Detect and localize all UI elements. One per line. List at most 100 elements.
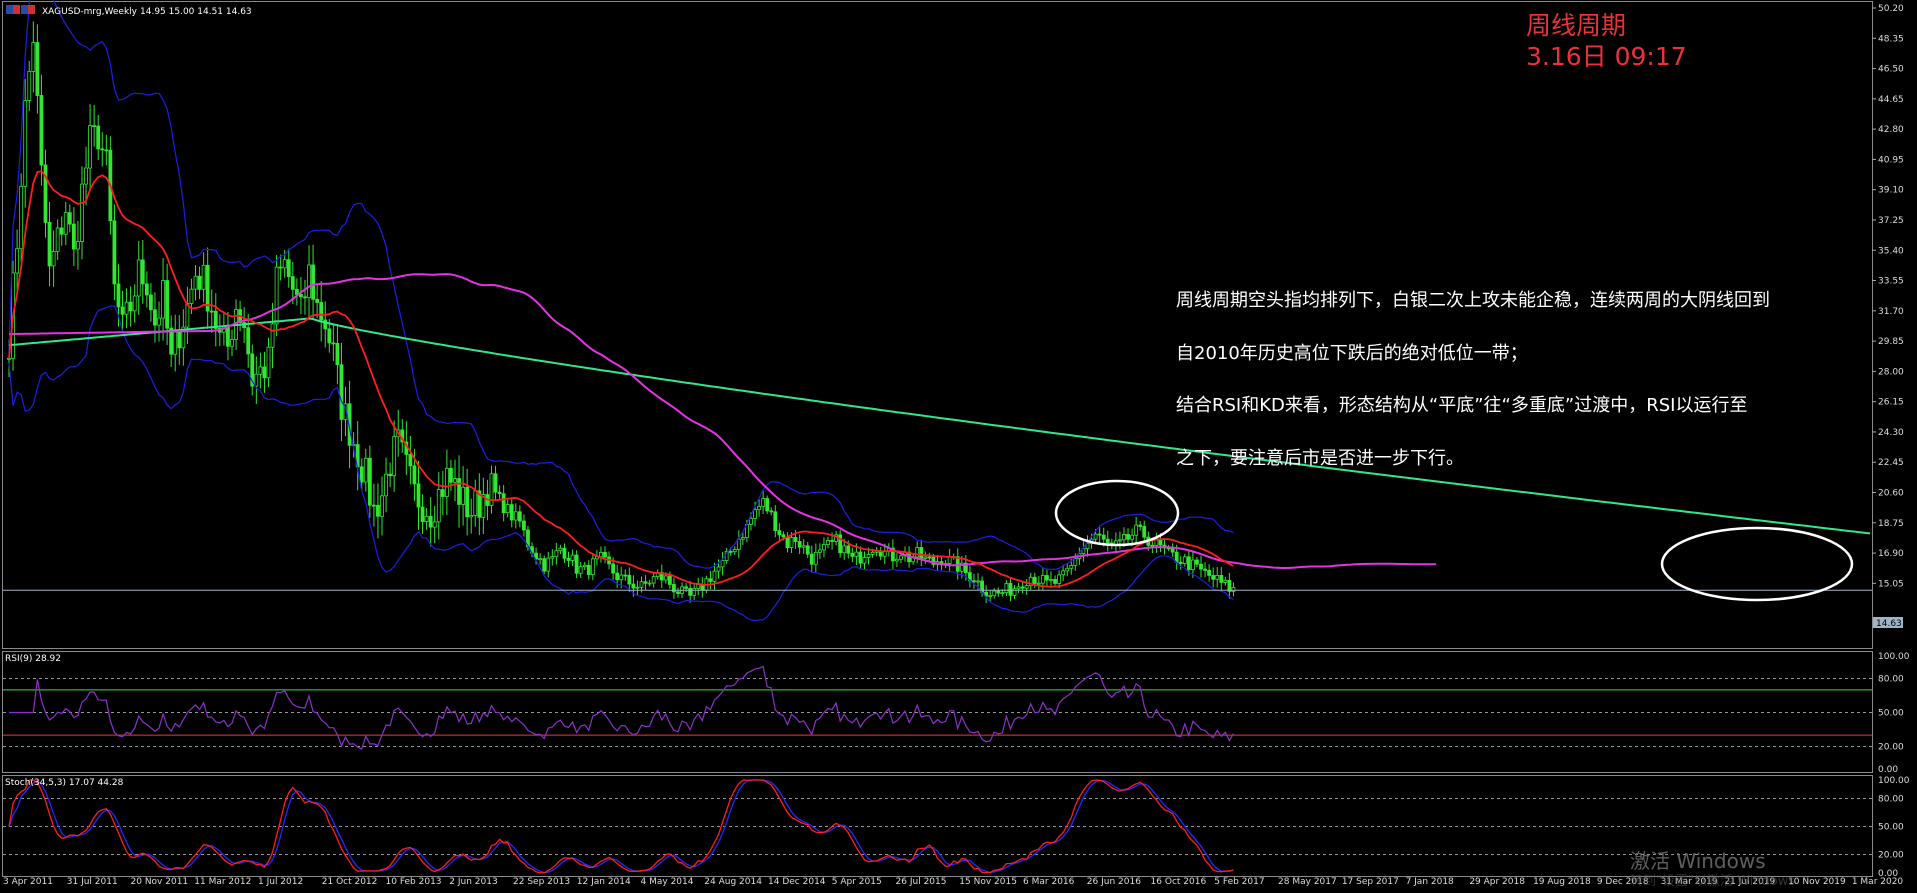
candle-body: [830, 540, 834, 542]
candle-body: [282, 259, 287, 269]
candle-body: [226, 325, 230, 347]
time-tick-label: 19 Aug 2018: [1533, 877, 1591, 887]
candle-body: [363, 457, 368, 483]
candle-body: [63, 212, 68, 235]
candle-body: [449, 467, 453, 483]
candle-body: [684, 586, 688, 589]
candle-body: [120, 306, 125, 315]
candle-body: [643, 581, 648, 584]
candle-body: [1053, 579, 1057, 584]
candle-body: [923, 556, 928, 559]
candle-body: [185, 303, 190, 328]
candle-body: [915, 547, 920, 558]
candle-body: [278, 266, 283, 269]
candle-body: [773, 511, 778, 531]
candle-body: [51, 251, 56, 267]
candle-body: [647, 582, 652, 585]
candle-body: [769, 510, 774, 513]
candle-body: [55, 227, 60, 252]
candle-body: [47, 221, 52, 267]
candle-body: [1191, 559, 1195, 570]
candle-body: [603, 551, 607, 558]
candle-body: [465, 486, 470, 518]
time-tick-label: 22 Sep 2013: [513, 877, 570, 887]
candle-body: [76, 241, 80, 250]
annotation-title-line: 周线周期: [1526, 11, 1627, 40]
candle-body: [720, 560, 725, 568]
candle-body: [327, 328, 332, 344]
candle-body: [1008, 583, 1013, 596]
candle-body: [716, 566, 721, 572]
candle-body: [1126, 534, 1130, 540]
candle-body: [1150, 544, 1155, 547]
symbol-label: XAGUSD-mrg,Weekly: [42, 7, 138, 17]
ohlc-label: 14.95 15.00 14.51 14.63: [140, 7, 252, 17]
candle-body: [542, 558, 547, 572]
price-tick-label: 33.55: [1878, 277, 1904, 287]
stoch-title: Stoch(34,5,3) 17.07 44.28: [5, 778, 124, 788]
candle-body: [972, 580, 976, 583]
rsi-tick-label: 0.00: [1878, 765, 1898, 775]
candle-body: [128, 301, 133, 312]
time-tick-label: 1 Jul 2012: [258, 877, 303, 887]
time-tick-label: 5 Apr 2015: [832, 877, 882, 887]
time-tick-label: 10 Feb 2013: [386, 877, 442, 887]
commentary-line: 之下，要注意后市是否进一步下行。: [1176, 448, 1464, 469]
candle-body: [80, 183, 84, 242]
candle-body: [688, 587, 693, 596]
candle-body: [813, 551, 818, 565]
candle-body: [319, 302, 324, 321]
candle-body: [672, 584, 676, 593]
candle-body: [1097, 533, 1102, 536]
candle-body: [1000, 592, 1005, 595]
price-tick-label: 28.00: [1878, 367, 1904, 377]
price-tick-label: 16.90: [1878, 549, 1904, 559]
candle-body: [1016, 586, 1021, 590]
candle-body: [161, 280, 165, 319]
price-tick-label: 48.35: [1878, 34, 1904, 44]
candle-body: [116, 283, 121, 308]
annotation-title-line: 3.16日 09:17: [1526, 42, 1687, 71]
candle-body: [558, 547, 563, 552]
price-tick-label: 22.45: [1878, 458, 1904, 468]
candle-body: [992, 590, 997, 597]
time-tick-label: 14 Dec 2014: [768, 877, 826, 887]
time-tick-label: 26 Jun 2016: [1087, 877, 1141, 887]
price-tick-label: 50.20: [1878, 4, 1904, 14]
candle-body: [570, 554, 575, 561]
candle-body: [1004, 583, 1009, 594]
candle-body: [1138, 524, 1143, 527]
candle-body: [286, 259, 291, 278]
candle-body: [667, 575, 672, 585]
candle-body: [497, 491, 502, 495]
candle-body: [1211, 575, 1216, 580]
candle-body: [615, 572, 620, 581]
candle-body: [562, 547, 567, 559]
price-tick-label: 46.50: [1878, 65, 1904, 75]
price-chart[interactable]: 100.00 80.00 50.00 20.00 0.00 100.00 80.00 50.…: [0, 0, 1917, 893]
candle-body: [173, 331, 178, 355]
candle-body: [781, 534, 786, 538]
candle-body: [307, 264, 311, 299]
candle-body: [408, 454, 413, 467]
candle-body: [522, 520, 526, 531]
candle-body: [1122, 534, 1126, 541]
candle-body: [473, 490, 478, 516]
candle-body: [538, 558, 543, 561]
candle-body: [84, 167, 88, 185]
flag-icon: [6, 5, 13, 14]
candle-body: [380, 495, 384, 517]
candle-body: [761, 498, 766, 507]
price-tick-label: 35.40: [1878, 246, 1904, 256]
candle-body: [1024, 585, 1029, 589]
candle-body: [753, 509, 757, 519]
candle-body: [23, 100, 28, 187]
candle-body: [1154, 539, 1159, 546]
candle-body: [732, 549, 737, 553]
candle-body: [440, 489, 445, 497]
candle-body: [801, 545, 806, 548]
candle-body: [262, 366, 267, 379]
time-tick-label: 15 Nov 2015: [959, 877, 1017, 887]
rsi-title: RSI(9) 28.92: [5, 654, 61, 664]
time-tick-label: 4 May 2014: [641, 877, 694, 887]
